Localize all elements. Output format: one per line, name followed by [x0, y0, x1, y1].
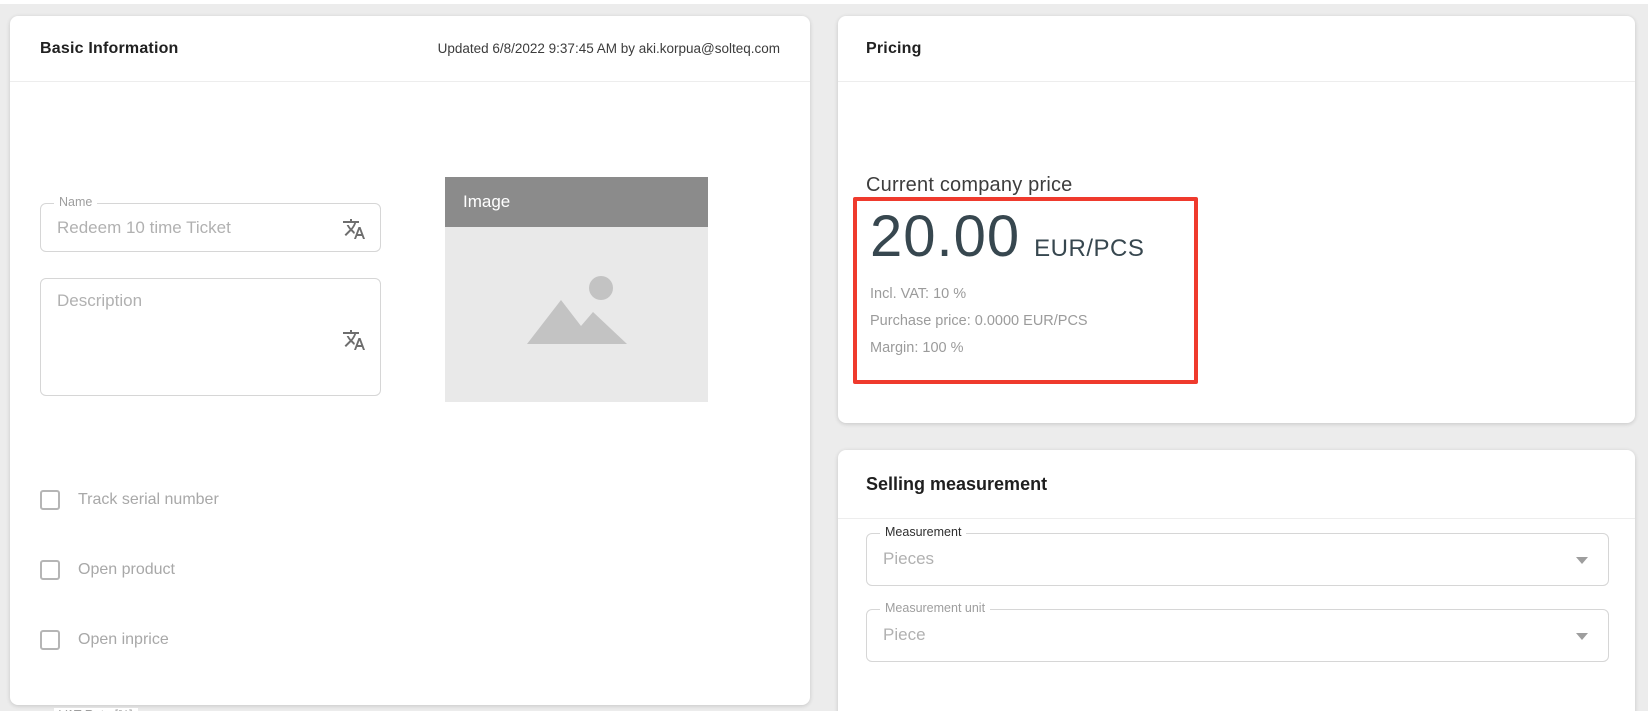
checkbox-label: Open product [78, 561, 175, 579]
checkbox-icon[interactable] [40, 490, 60, 510]
checkbox-label: Track serial number [78, 491, 219, 509]
measurement-value: Pieces [883, 549, 934, 569]
purchase-price-line: Purchase price: 0.0000 EUR/PCS [870, 308, 1194, 335]
product-editor-page: Basic Information Updated 6/8/2022 9:37:… [0, 0, 1648, 711]
selling-measurement-header: Selling measurement [838, 450, 1635, 519]
checkbox-label: Open inprice [78, 631, 169, 649]
price-details: Incl. VAT: 10 % Purchase price: 0.0000 E… [870, 281, 1194, 362]
selling-measurement-title: Selling measurement [866, 474, 1047, 495]
top-strip [0, 0, 1648, 4]
checkbox-open-product[interactable]: Open product [40, 560, 175, 580]
basic-information-card: Basic Information Updated 6/8/2022 9:37:… [10, 16, 810, 705]
checkbox-track-serial-number[interactable]: Track serial number [40, 490, 219, 510]
checkbox-icon[interactable] [40, 560, 60, 580]
pricing-header: Pricing [838, 16, 1635, 82]
image-block-title: Image [463, 192, 510, 212]
translate-icon[interactable] [342, 217, 366, 241]
current-company-price-heading: Current company price [866, 174, 1073, 197]
price-value: 20.00 [870, 205, 1020, 269]
name-field[interactable]: Name Redeem 10 time Ticket [40, 203, 381, 252]
price-row: 20.00 EUR/PCS [870, 205, 1194, 269]
checkbox-open-inprice[interactable]: Open inprice [40, 630, 169, 650]
incl-vat-line: Incl. VAT: 10 % [870, 281, 1194, 308]
selling-measurement-card: Selling measurement Measurement Pieces M… [838, 450, 1635, 711]
measurement-unit-value: Piece [883, 625, 926, 645]
pricing-title: Pricing [866, 40, 922, 58]
description-field[interactable]: Description [40, 278, 381, 396]
product-image-block: Image [445, 177, 708, 402]
measurement-label: Measurement [880, 525, 966, 539]
updated-timestamp: Updated 6/8/2022 9:37:45 AM by aki.korpu… [438, 41, 780, 56]
chevron-down-icon [1576, 557, 1588, 564]
basic-information-header: Basic Information Updated 6/8/2022 9:37:… [10, 16, 810, 82]
pricing-card: Pricing Current company price 20.00 EUR/… [838, 16, 1635, 423]
measurement-unit-select[interactable]: Measurement unit Piece [866, 609, 1609, 662]
highlight-rectangle: 20.00 EUR/PCS Incl. VAT: 10 % Purchase p… [853, 197, 1198, 384]
price-unit: EUR/PCS [1034, 235, 1144, 263]
measurement-unit-label: Measurement unit [880, 601, 990, 615]
chevron-down-icon [1576, 633, 1588, 640]
margin-line: Margin: 100 % [870, 335, 1194, 362]
checkbox-icon[interactable] [40, 630, 60, 650]
image-block-header: Image [445, 177, 708, 227]
measurement-select[interactable]: Measurement Pieces [866, 533, 1609, 586]
name-field-value: Redeem 10 time Ticket [57, 218, 231, 238]
translate-icon[interactable] [342, 328, 366, 352]
description-placeholder: Description [57, 291, 142, 311]
image-placeholder-icon [517, 272, 637, 358]
name-field-label: Name [54, 195, 97, 209]
image-upload-area[interactable] [445, 227, 708, 402]
basic-information-title: Basic Information [40, 40, 179, 58]
